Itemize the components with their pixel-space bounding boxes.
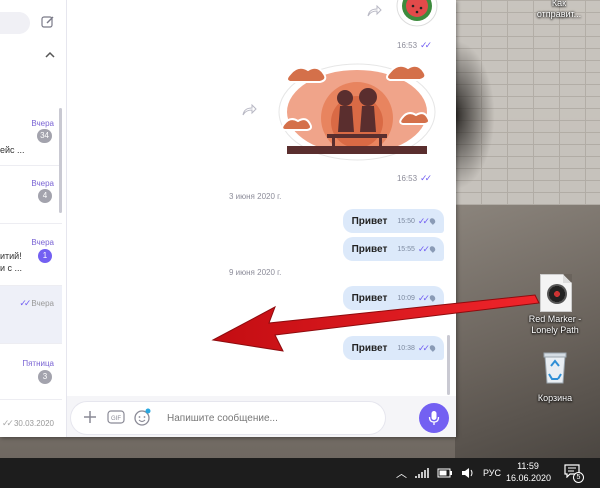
unread-badge: 34 bbox=[37, 129, 52, 143]
location-pin-icon bbox=[428, 245, 437, 253]
message-text: Привет bbox=[351, 292, 388, 304]
sticker-icon[interactable] bbox=[133, 408, 151, 426]
message-time: 10:38 bbox=[397, 344, 415, 352]
message-time: 15:55 bbox=[397, 245, 415, 253]
message-time: 15:50 bbox=[397, 217, 415, 225]
chat-list-item[interactable]: Вчера 4 bbox=[0, 166, 62, 224]
message-meta: 10:09 ✓✓ bbox=[397, 292, 437, 304]
chat-snippet: итий! и с ... bbox=[0, 251, 23, 273]
window-shadow bbox=[455, 40, 495, 190]
chat-read-status: ✓✓ Вчера bbox=[19, 298, 54, 309]
double-check-icon: ✓✓ bbox=[417, 215, 430, 226]
message-bubble[interactable]: Привет 15:55 ✓✓ bbox=[342, 237, 444, 261]
taskbar-clock[interactable]: 11:59 16.06.2020 bbox=[506, 460, 552, 484]
chat-list-item[interactable]: Вчера 1 итий! и с ... bbox=[0, 224, 62, 286]
message-meta: 10:38 ✓✓ bbox=[397, 342, 437, 354]
double-check-icon: ✓✓ bbox=[420, 40, 432, 50]
chat-list-panel: Вчера 34 ейс ... Вчера 4 Вчера 1 итий! и… bbox=[0, 0, 67, 437]
message-text: Привет bbox=[351, 243, 388, 255]
message-meta: 15:50 ✓✓ bbox=[397, 215, 437, 227]
action-center-button[interactable]: 5 bbox=[564, 464, 584, 483]
battery-icon[interactable] bbox=[437, 468, 453, 478]
location-pin-icon bbox=[428, 217, 437, 225]
watermelon-sticker[interactable] bbox=[392, 0, 442, 32]
chat-time: 30.03.2020 bbox=[13, 419, 54, 428]
chat-list-item[interactable]: Вчера 34 ейс ... bbox=[0, 108, 62, 166]
clock-time: 11:59 bbox=[517, 461, 539, 471]
recycle-bin-icon[interactable] bbox=[539, 350, 571, 384]
message-bubble[interactable]: Привет 10:38 ✓✓ bbox=[342, 336, 444, 360]
chat-time: Пятница bbox=[22, 359, 54, 368]
chat-read-status: ✓✓ 30.03.2020 bbox=[2, 418, 54, 429]
message-time: 16:53 bbox=[397, 41, 418, 50]
message-text: Привет bbox=[351, 215, 388, 227]
search-input[interactable] bbox=[0, 12, 30, 34]
double-check-icon: ✓✓ bbox=[417, 342, 430, 353]
double-check-icon: ✓✓ bbox=[417, 292, 430, 303]
double-check-icon: ✓✓ bbox=[420, 173, 432, 183]
volume-icon[interactable] bbox=[461, 467, 475, 479]
notification-count: 5 bbox=[573, 472, 584, 483]
plus-icon[interactable] bbox=[83, 410, 97, 424]
chat-time: Вчера bbox=[31, 238, 54, 247]
double-check-icon: ✓✓ bbox=[19, 298, 31, 308]
message-time: 16:53 bbox=[397, 174, 418, 183]
chevron-up-icon[interactable] bbox=[44, 50, 56, 60]
chevron-up-icon[interactable]: ︿ bbox=[396, 465, 407, 481]
clock-date: 16.06.2020 bbox=[506, 473, 552, 483]
message-time: 10:09 bbox=[397, 294, 415, 302]
date-separator: 9 июня 2020 г. bbox=[229, 268, 282, 277]
chat-list-item[interactable]: ✓✓ 30.03.2020 bbox=[0, 400, 62, 437]
message-input[interactable] bbox=[167, 408, 377, 428]
system-tray: ︿ РУС bbox=[396, 458, 501, 488]
chat-time: Вчера bbox=[31, 119, 54, 128]
messenger-window: Вчера 34 ейс ... Вчера 4 Вчера 1 итий! и… bbox=[0, 0, 456, 437]
microphone-icon bbox=[428, 411, 440, 425]
gif-label: GIF bbox=[111, 416, 121, 422]
desktop-shortcut-label[interactable]: Как отправит... bbox=[528, 0, 590, 20]
message-bubble[interactable]: Привет 15:50 ✓✓ bbox=[342, 209, 444, 233]
chat-snippet: ейс ... bbox=[0, 145, 25, 155]
forward-icon[interactable] bbox=[366, 5, 382, 17]
double-check-icon: ✓✓ bbox=[1, 418, 14, 428]
chat-time: Вчера bbox=[31, 179, 54, 188]
network-icon[interactable] bbox=[415, 467, 429, 479]
message-bubble[interactable]: Привет 10:09 ✓✓ bbox=[342, 286, 444, 310]
chat-time: Вчера bbox=[31, 299, 54, 308]
unread-badge: 4 bbox=[38, 189, 52, 203]
chat-list-item[interactable]: Пятница 3 bbox=[0, 344, 62, 400]
double-check-icon: ✓✓ bbox=[417, 243, 430, 254]
audio-file-label[interactable]: Red Marker - Lonely Path bbox=[522, 314, 588, 336]
location-pin-icon bbox=[428, 294, 437, 302]
location-pin-icon bbox=[428, 344, 437, 352]
taskbar: ︿ РУС 11:59 16.06.2020 5 bbox=[0, 458, 600, 488]
gif-icon[interactable]: GIF bbox=[107, 409, 125, 425]
date-separator-partial: ...ра bbox=[252, 317, 268, 326]
message-text: Привет bbox=[351, 342, 388, 354]
unread-badge: 3 bbox=[38, 370, 52, 384]
conversation-scrollbar[interactable] bbox=[447, 335, 450, 395]
disc-icon bbox=[547, 284, 567, 304]
date-separator: 3 июня 2020 г. bbox=[229, 192, 282, 201]
input-language[interactable]: РУС bbox=[483, 468, 501, 478]
audio-file-icon[interactable] bbox=[540, 274, 572, 312]
message-meta: 16:53 ✓✓ bbox=[397, 173, 432, 184]
message-meta: 15:55 ✓✓ bbox=[397, 243, 437, 255]
conversation-panel: 16:53 ✓✓ 16:53 ✓✓ 3 июня 2020 г. Привет … bbox=[67, 0, 456, 437]
couple-sunset-sticker[interactable] bbox=[272, 60, 442, 165]
forward-icon[interactable] bbox=[241, 104, 257, 116]
recycle-bin-label[interactable]: Корзина bbox=[528, 393, 582, 404]
unread-badge: 1 bbox=[38, 249, 52, 263]
voice-message-button[interactable] bbox=[419, 403, 449, 433]
chat-list-scrollbar[interactable] bbox=[59, 108, 62, 213]
compose-icon[interactable] bbox=[41, 15, 55, 29]
chat-list-item-selected[interactable]: ✓✓ Вчера bbox=[0, 286, 62, 344]
composer-bar: GIF bbox=[71, 402, 385, 434]
message-meta: 16:53 ✓✓ bbox=[397, 40, 432, 51]
